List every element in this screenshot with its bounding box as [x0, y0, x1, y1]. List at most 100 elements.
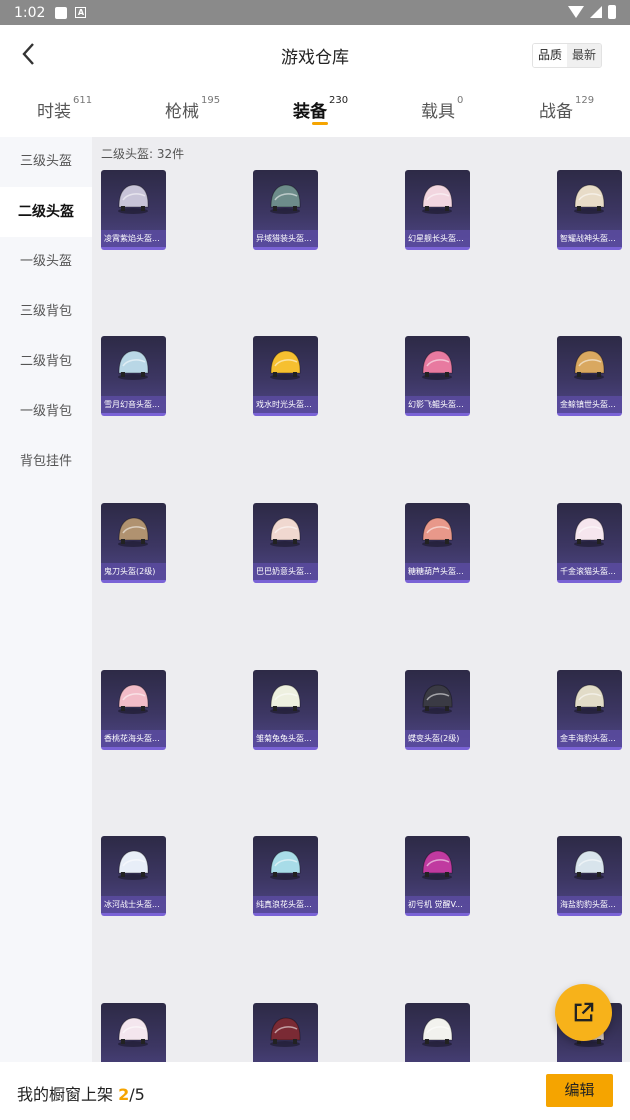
helmet-name: 幻星舰长头盔... [405, 230, 470, 247]
helmet-icon [422, 184, 453, 214]
helmet-card[interactable]: 智耀战神头盔... [557, 170, 622, 250]
helmet-name: 凌霄紫焰头盔... [101, 230, 166, 247]
status-bar: 1:02 A [0, 0, 630, 25]
showcase-current: 2 [118, 1085, 130, 1104]
helmet-icon [422, 1017, 453, 1047]
tab-guns[interactable]: 枪械195 [165, 95, 221, 122]
edit-button[interactable]: 编辑 [546, 1074, 613, 1107]
tab-equipment[interactable]: 装备230 [293, 95, 349, 122]
helmet-icon [574, 850, 605, 880]
helmet-name: 糖糖葫芦头盔... [405, 563, 470, 580]
helmet-card[interactable]: 雏菊兔兔头盔... [253, 670, 318, 750]
helmet-card[interactable]: 冰河战士头盔... [101, 836, 166, 916]
helmet-icon [118, 850, 149, 880]
helmet-card[interactable]: 金鲸镇世头盔... [557, 336, 622, 416]
helmet-name: 鬼刀头盔(2级) [101, 563, 166, 580]
item-grid: 二级头盔: 32件 凌霄紫焰头盔... 异域猎装头盔... 幻星舰长头盔... 智耀战… [92, 137, 630, 1062]
helmet-card[interactable] [253, 1003, 318, 1062]
status-time: 1:02 [14, 4, 46, 21]
helmet-card[interactable]: 纯真浪花头盔... [253, 836, 318, 916]
helmet-icon [118, 184, 149, 214]
helmet-card[interactable]: 幻影飞鲲头盔... [405, 336, 470, 416]
sidebar-item-level2-helmet[interactable]: 二级头盔 [0, 187, 92, 237]
showcase-status: 我的橱窗上架 2/5 [17, 1085, 145, 1104]
signal-icon [590, 6, 602, 18]
tab-supplies[interactable]: 战备129 [539, 95, 595, 122]
helmet-icon [574, 350, 605, 380]
tab-count: 230 [329, 95, 349, 106]
helmet-card[interactable]: 蝶变头盔(2级) [405, 670, 470, 750]
item-count: 二级头盔: 32件 [101, 147, 185, 161]
helmet-name: 海盐豹豹头盔... [557, 896, 622, 913]
helmet-icon [270, 184, 301, 214]
sidebar-item-level3-backpack[interactable]: 三级背包 [0, 287, 92, 337]
helmet-name: 金鲸镇世头盔... [557, 396, 622, 413]
helmet-name: 戏水时光头盔... [253, 396, 318, 413]
helmet-card[interactable]: 初号机 觉醒V... [405, 836, 470, 916]
helmet-card[interactable]: 幻星舰长头盔... [405, 170, 470, 250]
tab-count: 195 [201, 95, 221, 106]
battery-icon [608, 5, 616, 19]
helmet-icon [118, 684, 149, 714]
helmet-icon [270, 684, 301, 714]
helmet-icon [574, 517, 605, 547]
helmet-name: 纯真浪花头盔... [253, 896, 318, 913]
helmet-name: 巴巴奶意头盔... [253, 563, 318, 580]
helmet-card[interactable]: 戏水时光头盔... [253, 336, 318, 416]
helmet-icon [422, 517, 453, 547]
tab-count: 129 [575, 95, 595, 106]
tab-fashion[interactable]: 时装611 [37, 95, 93, 122]
helmet-icon [118, 517, 149, 547]
helmet-name: 雏菊兔兔头盔... [253, 730, 318, 747]
helmet-card[interactable]: 香桃花海头盔... [101, 670, 166, 750]
sort-quality-button[interactable]: 品质 [532, 44, 567, 67]
helmet-icon [270, 350, 301, 380]
sidebar-item-backpack-pendant[interactable]: 背包挂件 [0, 437, 92, 487]
helmet-icon [118, 350, 149, 380]
header: 游戏仓库 品质 最新 [0, 25, 630, 85]
helmet-name: 雪月幻音头盔... [101, 396, 166, 413]
share-button[interactable] [555, 984, 612, 1041]
sidebar-item-level1-helmet[interactable]: 一级头盔 [0, 237, 92, 287]
helmet-card[interactable]: 千金滚猫头盔... [557, 503, 622, 583]
helmet-name: 冰河战士头盔... [101, 896, 166, 913]
helmet-card[interactable]: 雪月幻音头盔... [101, 336, 166, 416]
notification-icon [55, 6, 68, 19]
helmet-card[interactable] [405, 1003, 470, 1062]
helmet-card[interactable]: 凌霄紫焰头盔... [101, 170, 166, 250]
helmet-name: 蝶变头盔(2级) [405, 730, 470, 747]
bottom-bar: 我的橱窗上架 2/5 编辑 [0, 1062, 630, 1120]
category-tabs: 时装611 枪械195 装备230 载具0 战备129 [0, 85, 630, 137]
sidebar-item-level3-helmet[interactable]: 三级头盔 [0, 137, 92, 187]
helmet-name: 幻影飞鲲头盔... [405, 396, 470, 413]
helmet-icon [270, 517, 301, 547]
helmet-card[interactable]: 海盐豹豹头盔... [557, 836, 622, 916]
helmet-icon [422, 684, 453, 714]
helmet-name: 金丰海豹头盔... [557, 730, 622, 747]
showcase-total: 5 [134, 1085, 145, 1104]
wifi-icon [568, 6, 584, 18]
tab-count: 611 [73, 95, 93, 106]
helmet-card[interactable]: 糖糖葫芦头盔... [405, 503, 470, 583]
helmet-card[interactable]: 金丰海豹头盔... [557, 670, 622, 750]
helmet-icon [422, 350, 453, 380]
sort-toggle[interactable]: 品质 最新 [531, 43, 602, 68]
sidebar-item-level1-backpack[interactable]: 一级背包 [0, 387, 92, 437]
sidebar-item-level2-backpack[interactable]: 二级背包 [0, 337, 92, 387]
helmet-icon [574, 184, 605, 214]
tab-vehicles[interactable]: 载具0 [421, 95, 464, 122]
helmet-name: 千金滚猫头盔... [557, 563, 622, 580]
helmet-name: 香桃花海头盔... [101, 730, 166, 747]
share-icon [574, 1002, 594, 1022]
helmet-name: 智耀战神头盔... [557, 230, 622, 247]
active-tab-indicator [312, 122, 328, 125]
helmet-card[interactable]: 异域猎装头盔... [253, 170, 318, 250]
sort-latest-button[interactable]: 最新 [566, 44, 601, 67]
tab-count: 0 [457, 95, 464, 106]
helmet-card[interactable]: 巴巴奶意头盔... [253, 503, 318, 583]
helmet-card[interactable]: 鬼刀头盔(2级) [101, 503, 166, 583]
app-notification-icon: A [75, 7, 87, 18]
helmet-icon [422, 850, 453, 880]
helmet-card[interactable] [101, 1003, 166, 1062]
helmet-name: 初号机 觉醒V... [405, 896, 470, 913]
